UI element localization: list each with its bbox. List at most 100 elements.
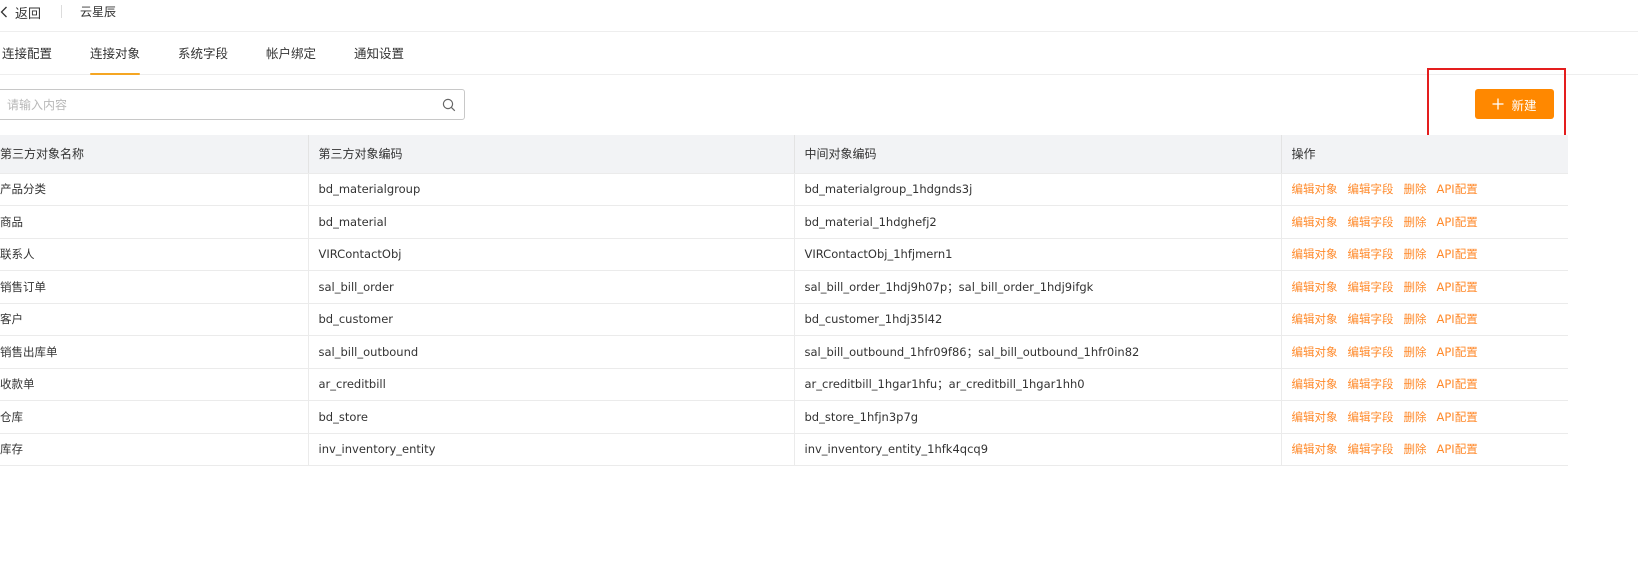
edit-fields-link[interactable]: 编辑字段 [1348, 377, 1394, 391]
table-row: 产品分类 bd_materialgroup bd_materialgroup_1hd… [0, 173, 1568, 206]
cell-third-party-name: 客户 [0, 303, 309, 336]
table-row: 销售订单 sal_bill_order sal_bill_order_1hdj9h0… [0, 270, 1568, 304]
delete-link[interactable]: 删除 [1404, 312, 1427, 326]
search-icon[interactable] [442, 98, 456, 112]
edit-object-link[interactable]: 编辑对象 [1292, 377, 1338, 391]
column-header-third-party-name: 第三方对象名称 [0, 135, 309, 174]
search-input[interactable] [7, 90, 427, 119]
cell-middle-code: inv_inventory_entity_1hfk4qcq9 [794, 433, 1282, 466]
cell-third-party-code: bd_customer [308, 303, 795, 336]
table-row: 收款单 ar_creditbill ar_creditbill_1hgar1hfu；… [0, 368, 1568, 401]
cell-actions: 编辑对象 编辑字段 删除 API配置 [1281, 400, 1568, 434]
api-config-link[interactable]: API配置 [1437, 377, 1478, 391]
cell-third-party-name: 产品分类 [0, 173, 309, 206]
edit-fields-link[interactable]: 编辑字段 [1348, 215, 1394, 229]
cell-third-party-name: 联系人 [0, 238, 309, 271]
new-button-label: 新建 [1511, 97, 1537, 113]
cell-third-party-name: 收款单 [0, 368, 309, 401]
cell-third-party-name: 销售订单 [0, 270, 309, 304]
tab-system-fields[interactable]: 系统字段 [178, 43, 228, 74]
tab-connection-config[interactable]: 连接配置 [2, 43, 52, 74]
edit-object-link[interactable]: 编辑对象 [1292, 312, 1338, 326]
delete-link[interactable]: 删除 [1404, 410, 1427, 424]
tab-notification-settings[interactable]: 通知设置 [354, 43, 404, 74]
cell-third-party-code: sal_bill_order [308, 270, 795, 304]
table-row: 商品 bd_material bd_material_1hdghefj2 编辑对象 编辑… [0, 205, 1568, 239]
delete-link[interactable]: 删除 [1404, 247, 1427, 261]
new-button[interactable]: 新建 [1475, 89, 1554, 119]
delete-link[interactable]: 删除 [1404, 182, 1427, 196]
table-row: 仓库 bd_store bd_store_1hfjn3p7g 编辑对象 编辑字段 删除 AP… [0, 400, 1568, 434]
edit-fields-link[interactable]: 编辑字段 [1348, 442, 1394, 456]
tab-account-binding[interactable]: 帐户绑定 [266, 43, 316, 74]
table-row: 客户 bd_customer bd_customer_1hdj35l42 编辑对象 编辑… [0, 303, 1568, 336]
cell-actions: 编辑对象 编辑字段 删除 API配置 [1281, 303, 1568, 336]
cell-actions: 编辑对象 编辑字段 删除 API配置 [1281, 433, 1568, 466]
cell-middle-code: sal_bill_outbound_1hfr09f86；sal_bill_out… [794, 335, 1282, 369]
cell-actions: 编辑对象 编辑字段 删除 API配置 [1281, 173, 1568, 206]
edit-fields-link[interactable]: 编辑字段 [1348, 182, 1394, 196]
api-config-link[interactable]: API配置 [1437, 247, 1478, 261]
edit-fields-link[interactable]: 编辑字段 [1348, 247, 1394, 261]
edit-object-link[interactable]: 编辑对象 [1292, 215, 1338, 229]
back-button[interactable]: 返回 [0, 1, 41, 23]
cell-actions: 编辑对象 编辑字段 删除 API配置 [1281, 238, 1568, 271]
objects-table: 第三方对象名称 第三方对象编码 中间对象编码 操作 产品分类 bd_materia… [0, 135, 1568, 466]
table-row: 库存 inv_inventory_entity inv_inventory_enti… [0, 433, 1568, 466]
header-divider [61, 5, 62, 18]
page-header: 返回 云星辰 [0, 0, 1638, 32]
back-label: 返回 [15, 6, 42, 22]
edit-object-link[interactable]: 编辑对象 [1292, 345, 1338, 359]
cell-actions: 编辑对象 编辑字段 删除 API配置 [1281, 205, 1568, 239]
table-header-row: 第三方对象名称 第三方对象编码 中间对象编码 操作 [0, 135, 1568, 174]
api-config-link[interactable]: API配置 [1437, 182, 1478, 196]
api-config-link[interactable]: API配置 [1437, 312, 1478, 326]
cell-third-party-code: VIRContactObj [308, 238, 795, 271]
cell-middle-code: ar_creditbill_1hgar1hfu；ar_creditbill_1h… [794, 368, 1282, 401]
cell-third-party-code: ar_creditbill [308, 368, 795, 401]
cell-actions: 编辑对象 编辑字段 删除 API配置 [1281, 270, 1568, 304]
cell-third-party-name: 商品 [0, 205, 309, 239]
cell-third-party-code: sal_bill_outbound [308, 335, 795, 369]
edit-object-link[interactable]: 编辑对象 [1292, 410, 1338, 424]
delete-link[interactable]: 删除 [1404, 280, 1427, 294]
api-config-link[interactable]: API配置 [1437, 215, 1478, 229]
edit-object-link[interactable]: 编辑对象 [1292, 182, 1338, 196]
cell-middle-code: sal_bill_order_1hdj9h07p；sal_bill_order_… [794, 270, 1282, 304]
delete-link[interactable]: 删除 [1404, 377, 1427, 391]
column-header-actions: 操作 [1281, 135, 1568, 174]
edit-fields-link[interactable]: 编辑字段 [1348, 345, 1394, 359]
column-header-middle-code: 中间对象编码 [794, 135, 1282, 174]
column-header-third-party-code: 第三方对象编码 [308, 135, 795, 174]
api-config-link[interactable]: API配置 [1437, 442, 1478, 456]
edit-object-link[interactable]: 编辑对象 [1292, 442, 1338, 456]
edit-fields-link[interactable]: 编辑字段 [1348, 410, 1394, 424]
cell-middle-code: bd_store_1hfjn3p7g [794, 400, 1282, 434]
cell-third-party-name: 销售出库单 [0, 335, 309, 369]
chevron-left-icon [0, 6, 7, 18]
edit-fields-link[interactable]: 编辑字段 [1348, 280, 1394, 294]
cell-middle-code: bd_materialgroup_1hdgnds3j [794, 173, 1282, 206]
edit-object-link[interactable]: 编辑对象 [1292, 247, 1338, 261]
cell-actions: 编辑对象 编辑字段 删除 API配置 [1281, 368, 1568, 401]
table-row: 联系人 VIRContactObj VIRContactObj_1hfjmern1 编… [0, 238, 1568, 271]
cell-actions: 编辑对象 编辑字段 删除 API配置 [1281, 335, 1568, 369]
edit-object-link[interactable]: 编辑对象 [1292, 280, 1338, 294]
plus-icon [1492, 98, 1504, 110]
cell-middle-code: bd_customer_1hdj35l42 [794, 303, 1282, 336]
api-config-link[interactable]: API配置 [1437, 345, 1478, 359]
api-config-link[interactable]: API配置 [1437, 280, 1478, 294]
tab-bar: 连接配置 连接对象 系统字段 帐户绑定 通知设置 [0, 32, 1638, 75]
connection-objects-page: 返回 云星辰 连接配置 连接对象 系统字段 帐户绑定 通知设置 新建 [0, 0, 1638, 581]
api-config-link[interactable]: API配置 [1437, 410, 1478, 424]
cell-third-party-name: 库存 [0, 433, 309, 466]
delete-link[interactable]: 删除 [1404, 345, 1427, 359]
cell-third-party-code: bd_material [308, 205, 795, 239]
table-body: 产品分类 bd_materialgroup bd_materialgroup_1hd… [0, 173, 1568, 466]
delete-link[interactable]: 删除 [1404, 215, 1427, 229]
tab-connection-objects[interactable]: 连接对象 [90, 43, 141, 75]
edit-fields-link[interactable]: 编辑字段 [1348, 312, 1394, 326]
cell-third-party-code: inv_inventory_entity [308, 433, 795, 466]
cell-third-party-code: bd_store [308, 400, 795, 434]
delete-link[interactable]: 删除 [1404, 442, 1427, 456]
